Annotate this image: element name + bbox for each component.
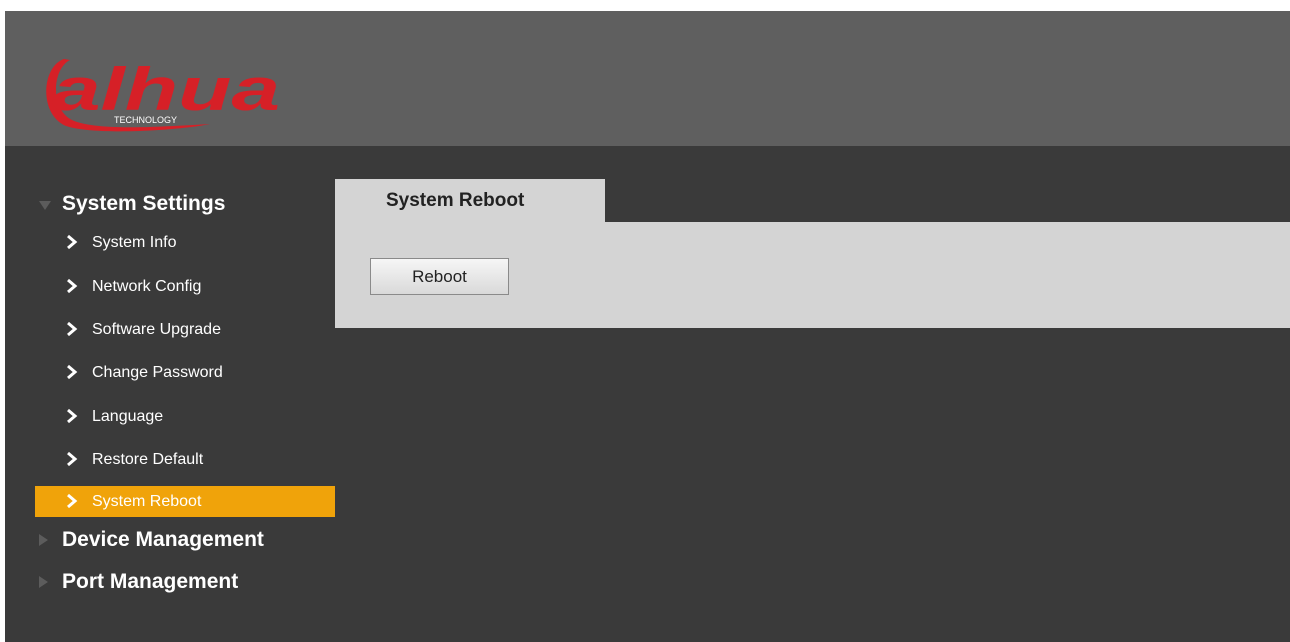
reboot-button[interactable]: Reboot — [370, 258, 509, 295]
sidebar-item-label: Restore Default — [92, 451, 204, 468]
sidebar: System Settings System Info Network Conf… — [5, 146, 335, 642]
sidebar-item-system-info[interactable]: System Info — [35, 227, 335, 258]
tab-system-reboot[interactable]: System Reboot — [335, 179, 605, 223]
sidebar-item-label: Software Upgrade — [92, 321, 221, 338]
sidebar-group-device-management[interactable]: Device Management — [5, 522, 335, 558]
chevron-right-icon — [67, 493, 78, 509]
header-bar: alhua TECHNOLOGY — [5, 11, 1290, 146]
chevron-right-icon — [67, 234, 78, 250]
sidebar-item-change-password[interactable]: Change Password — [35, 357, 335, 388]
chevron-right-icon — [67, 278, 78, 294]
triangle-right-icon — [39, 534, 48, 546]
chevron-right-icon — [67, 408, 78, 424]
sidebar-group-label: System Settings — [62, 192, 226, 215]
dahua-logo-icon: alhua TECHNOLOGY — [46, 56, 280, 132]
sidebar-item-label: Network Config — [92, 278, 202, 295]
sidebar-group-label: Port Management — [62, 570, 239, 593]
sidebar-item-network-config[interactable]: Network Config — [35, 271, 335, 302]
sidebar-item-label: Language — [92, 408, 164, 425]
chevron-right-icon — [67, 451, 78, 467]
sidebar-item-software-upgrade[interactable]: Software Upgrade — [35, 314, 335, 345]
sidebar-group-label: Device Management — [62, 528, 264, 551]
sidebar-item-restore-default[interactable]: Restore Default — [35, 444, 335, 475]
sidebar-group-port-management[interactable]: Port Management — [5, 564, 335, 600]
sidebar-item-label: System Info — [92, 234, 177, 251]
logo-subtext: TECHNOLOGY — [114, 115, 177, 125]
sidebar-item-system-reboot[interactable]: System Reboot — [35, 486, 335, 517]
sidebar-item-label: System Reboot — [92, 493, 202, 510]
tab-label: System Reboot — [386, 190, 525, 211]
logo-wordmark: alhua — [52, 56, 280, 123]
sidebar-group-system-settings[interactable]: System Settings — [5, 186, 335, 222]
sidebar-item-language[interactable]: Language — [35, 401, 335, 432]
dahua-logo: alhua TECHNOLOGY — [42, 54, 282, 134]
triangle-down-icon — [39, 201, 51, 210]
chevron-right-icon — [67, 321, 78, 337]
chevron-right-icon — [67, 364, 78, 380]
sidebar-item-label: Change Password — [92, 364, 223, 381]
triangle-right-icon — [39, 576, 48, 588]
app-window: alhua TECHNOLOGY System Settings System … — [5, 11, 1290, 642]
